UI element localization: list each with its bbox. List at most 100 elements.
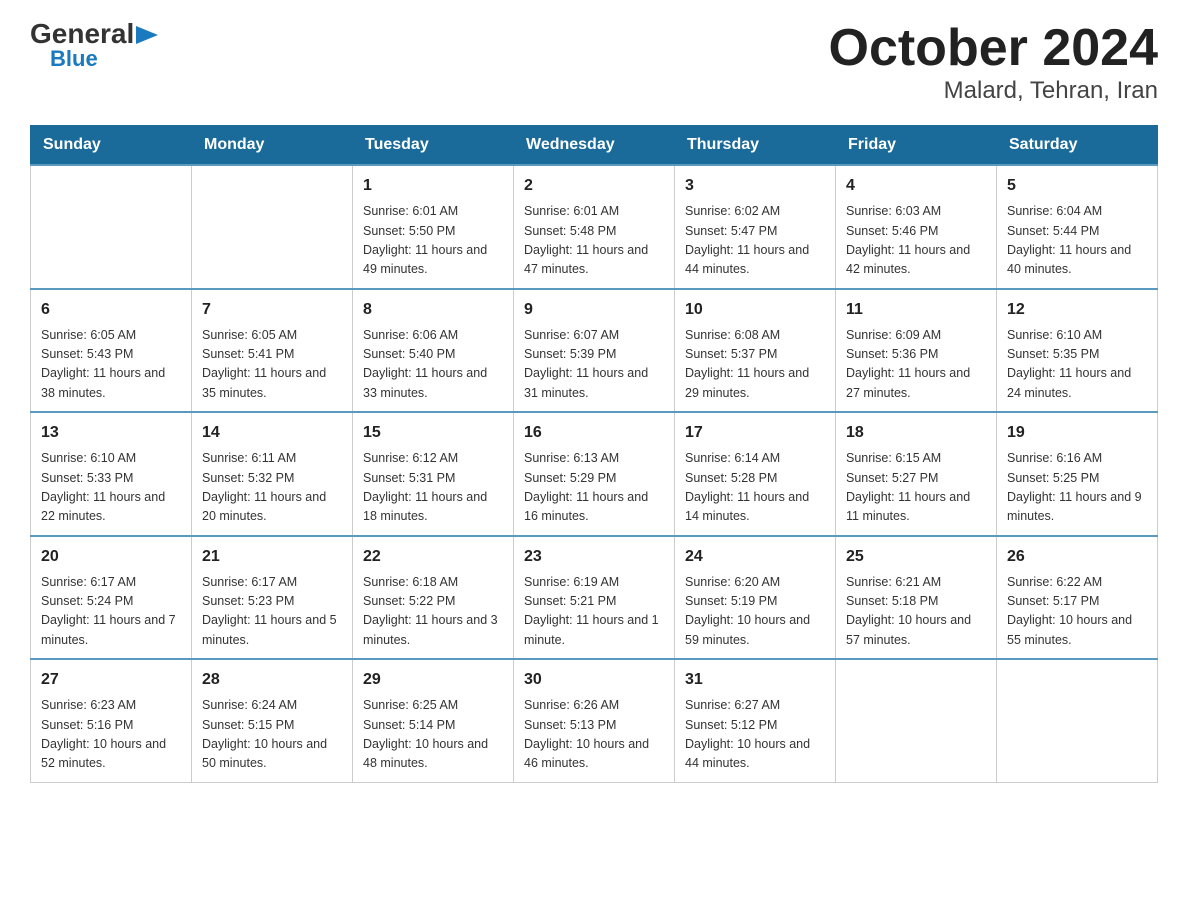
- day-number: 21: [202, 545, 342, 569]
- calendar-week-row: 1 Sunrise: 6:01 AM Sunset: 5:50 PM Daylig…: [31, 165, 1158, 289]
- day-info: Sunrise: 6:04 AM Sunset: 5:44 PM Dayligh…: [1007, 202, 1147, 280]
- weekday-header-saturday: Saturday: [997, 126, 1158, 166]
- calendar-cell: 22Sunrise: 6:18 AM Sunset: 5:22 PM Dayli…: [353, 536, 514, 660]
- day-number: 1: [363, 174, 503, 198]
- weekday-header-thursday: Thursday: [675, 126, 836, 166]
- day-number: 4: [846, 174, 986, 198]
- day-number: 20: [41, 545, 181, 569]
- day-number: 23: [524, 545, 664, 569]
- day-info: Sunrise: 6:18 AM Sunset: 5:22 PM Dayligh…: [363, 573, 503, 651]
- day-number: 3: [685, 174, 825, 198]
- day-number: 7: [202, 298, 342, 322]
- day-number: 9: [524, 298, 664, 322]
- weekday-header-sunday: Sunday: [31, 126, 192, 166]
- calendar-header-row: SundayMondayTuesdayWednesdayThursdayFrid…: [31, 126, 1158, 166]
- calendar-week-row: 6Sunrise: 6:05 AM Sunset: 5:43 PM Daylig…: [31, 289, 1158, 413]
- calendar-week-row: 20Sunrise: 6:17 AM Sunset: 5:24 PM Dayli…: [31, 536, 1158, 660]
- calendar-cell: [836, 659, 997, 782]
- day-info: Sunrise: 6:10 AM Sunset: 5:33 PM Dayligh…: [41, 449, 181, 527]
- calendar-cell: 31 Sunrise: 6:27 AM Sunset: 5:12 PM Dayli…: [675, 659, 836, 782]
- calendar-cell: 9 Sunrise: 6:07 AM Sunset: 5:39 PM Daylig…: [514, 289, 675, 413]
- day-info: Sunrise: 6:10 AM Sunset: 5:35 PM Dayligh…: [1007, 326, 1147, 404]
- calendar-cell: [31, 165, 192, 289]
- calendar-cell: 2 Sunrise: 6:01 AM Sunset: 5:48 PM Daylig…: [514, 165, 675, 289]
- day-info: Sunrise: 6:02 AM Sunset: 5:47 PM Dayligh…: [685, 202, 825, 280]
- calendar-cell: 20Sunrise: 6:17 AM Sunset: 5:24 PM Dayli…: [31, 536, 192, 660]
- calendar-cell: 11Sunrise: 6:09 AM Sunset: 5:36 PM Dayli…: [836, 289, 997, 413]
- calendar-cell: 26Sunrise: 6:22 AM Sunset: 5:17 PM Dayli…: [997, 536, 1158, 660]
- calendar-cell: 29Sunrise: 6:25 AM Sunset: 5:14 PM Dayli…: [353, 659, 514, 782]
- calendar-cell: 3 Sunrise: 6:02 AM Sunset: 5:47 PM Daylig…: [675, 165, 836, 289]
- day-info: Sunrise: 6:08 AM Sunset: 5:37 PM Dayligh…: [685, 326, 825, 404]
- logo-arrow-icon: [136, 26, 158, 44]
- calendar-cell: 30Sunrise: 6:26 AM Sunset: 5:13 PM Dayli…: [514, 659, 675, 782]
- day-info: Sunrise: 6:19 AM Sunset: 5:21 PM Dayligh…: [524, 573, 664, 651]
- day-info: Sunrise: 6:07 AM Sunset: 5:39 PM Dayligh…: [524, 326, 664, 404]
- calendar-cell: [192, 165, 353, 289]
- calendar-cell: 23 Sunrise: 6:19 AM Sunset: 5:21 PM Dayli…: [514, 536, 675, 660]
- calendar-cell: 15 Sunrise: 6:12 AM Sunset: 5:31 PM Dayli…: [353, 412, 514, 536]
- calendar-week-row: 27 Sunrise: 6:23 AM Sunset: 5:16 PM Dayli…: [31, 659, 1158, 782]
- day-number: 27: [41, 668, 181, 692]
- day-number: 16: [524, 421, 664, 445]
- day-number: 14: [202, 421, 342, 445]
- day-number: 25: [846, 545, 986, 569]
- calendar-cell: 18 Sunrise: 6:15 AM Sunset: 5:27 PM Dayli…: [836, 412, 997, 536]
- calendar-cell: 28 Sunrise: 6:24 AM Sunset: 5:15 PM Dayli…: [192, 659, 353, 782]
- day-info: Sunrise: 6:25 AM Sunset: 5:14 PM Dayligh…: [363, 696, 503, 774]
- day-number: 24: [685, 545, 825, 569]
- day-info: Sunrise: 6:16 AM Sunset: 5:25 PM Dayligh…: [1007, 449, 1147, 527]
- day-info: Sunrise: 6:06 AM Sunset: 5:40 PM Dayligh…: [363, 326, 503, 404]
- calendar-cell: 6Sunrise: 6:05 AM Sunset: 5:43 PM Daylig…: [31, 289, 192, 413]
- day-info: Sunrise: 6:21 AM Sunset: 5:18 PM Dayligh…: [846, 573, 986, 651]
- day-number: 30: [524, 668, 664, 692]
- calendar-table: SundayMondayTuesdayWednesdayThursdayFrid…: [30, 125, 1158, 783]
- calendar-cell: 13Sunrise: 6:10 AM Sunset: 5:33 PM Dayli…: [31, 412, 192, 536]
- day-number: 26: [1007, 545, 1147, 569]
- day-info: Sunrise: 6:17 AM Sunset: 5:23 PM Dayligh…: [202, 573, 342, 651]
- calendar-cell: 25 Sunrise: 6:21 AM Sunset: 5:18 PM Dayli…: [836, 536, 997, 660]
- calendar-cell: 12 Sunrise: 6:10 AM Sunset: 5:35 PM Dayli…: [997, 289, 1158, 413]
- month-title: October 2024: [829, 20, 1159, 77]
- logo: General Blue: [30, 20, 158, 70]
- day-info: Sunrise: 6:13 AM Sunset: 5:29 PM Dayligh…: [524, 449, 664, 527]
- day-number: 5: [1007, 174, 1147, 198]
- calendar-cell: 21 Sunrise: 6:17 AM Sunset: 5:23 PM Dayli…: [192, 536, 353, 660]
- calendar-cell: 7Sunrise: 6:05 AM Sunset: 5:41 PM Daylig…: [192, 289, 353, 413]
- calendar-cell: 14Sunrise: 6:11 AM Sunset: 5:32 PM Dayli…: [192, 412, 353, 536]
- page-header: General Blue October 2024 Malard, Tehran…: [30, 20, 1158, 105]
- calendar-cell: 17 Sunrise: 6:14 AM Sunset: 5:28 PM Dayli…: [675, 412, 836, 536]
- day-number: 28: [202, 668, 342, 692]
- day-info: Sunrise: 6:12 AM Sunset: 5:31 PM Dayligh…: [363, 449, 503, 527]
- calendar-cell: 27 Sunrise: 6:23 AM Sunset: 5:16 PM Dayli…: [31, 659, 192, 782]
- calendar-cell: [997, 659, 1158, 782]
- day-info: Sunrise: 6:01 AM Sunset: 5:50 PM Dayligh…: [363, 202, 503, 280]
- day-info: Sunrise: 6:15 AM Sunset: 5:27 PM Dayligh…: [846, 449, 986, 527]
- day-number: 6: [41, 298, 181, 322]
- day-info: Sunrise: 6:14 AM Sunset: 5:28 PM Dayligh…: [685, 449, 825, 527]
- calendar-cell: 5 Sunrise: 6:04 AM Sunset: 5:44 PM Daylig…: [997, 165, 1158, 289]
- weekday-header-monday: Monday: [192, 126, 353, 166]
- day-number: 17: [685, 421, 825, 445]
- day-number: 8: [363, 298, 503, 322]
- day-info: Sunrise: 6:24 AM Sunset: 5:15 PM Dayligh…: [202, 696, 342, 774]
- weekday-header-wednesday: Wednesday: [514, 126, 675, 166]
- calendar-cell: 1 Sunrise: 6:01 AM Sunset: 5:50 PM Daylig…: [353, 165, 514, 289]
- day-info: Sunrise: 6:27 AM Sunset: 5:12 PM Dayligh…: [685, 696, 825, 774]
- logo-general-text: General: [30, 20, 134, 48]
- calendar-cell: 24Sunrise: 6:20 AM Sunset: 5:19 PM Dayli…: [675, 536, 836, 660]
- weekday-header-tuesday: Tuesday: [353, 126, 514, 166]
- calendar-cell: 19Sunrise: 6:16 AM Sunset: 5:25 PM Dayli…: [997, 412, 1158, 536]
- calendar-cell: 10 Sunrise: 6:08 AM Sunset: 5:37 PM Dayli…: [675, 289, 836, 413]
- day-number: 12: [1007, 298, 1147, 322]
- weekday-header-friday: Friday: [836, 126, 997, 166]
- day-info: Sunrise: 6:23 AM Sunset: 5:16 PM Dayligh…: [41, 696, 181, 774]
- day-info: Sunrise: 6:01 AM Sunset: 5:48 PM Dayligh…: [524, 202, 664, 280]
- day-number: 31: [685, 668, 825, 692]
- day-number: 15: [363, 421, 503, 445]
- day-number: 10: [685, 298, 825, 322]
- day-number: 18: [846, 421, 986, 445]
- day-info: Sunrise: 6:03 AM Sunset: 5:46 PM Dayligh…: [846, 202, 986, 280]
- logo-blue-text: Blue: [50, 48, 98, 70]
- day-number: 2: [524, 174, 664, 198]
